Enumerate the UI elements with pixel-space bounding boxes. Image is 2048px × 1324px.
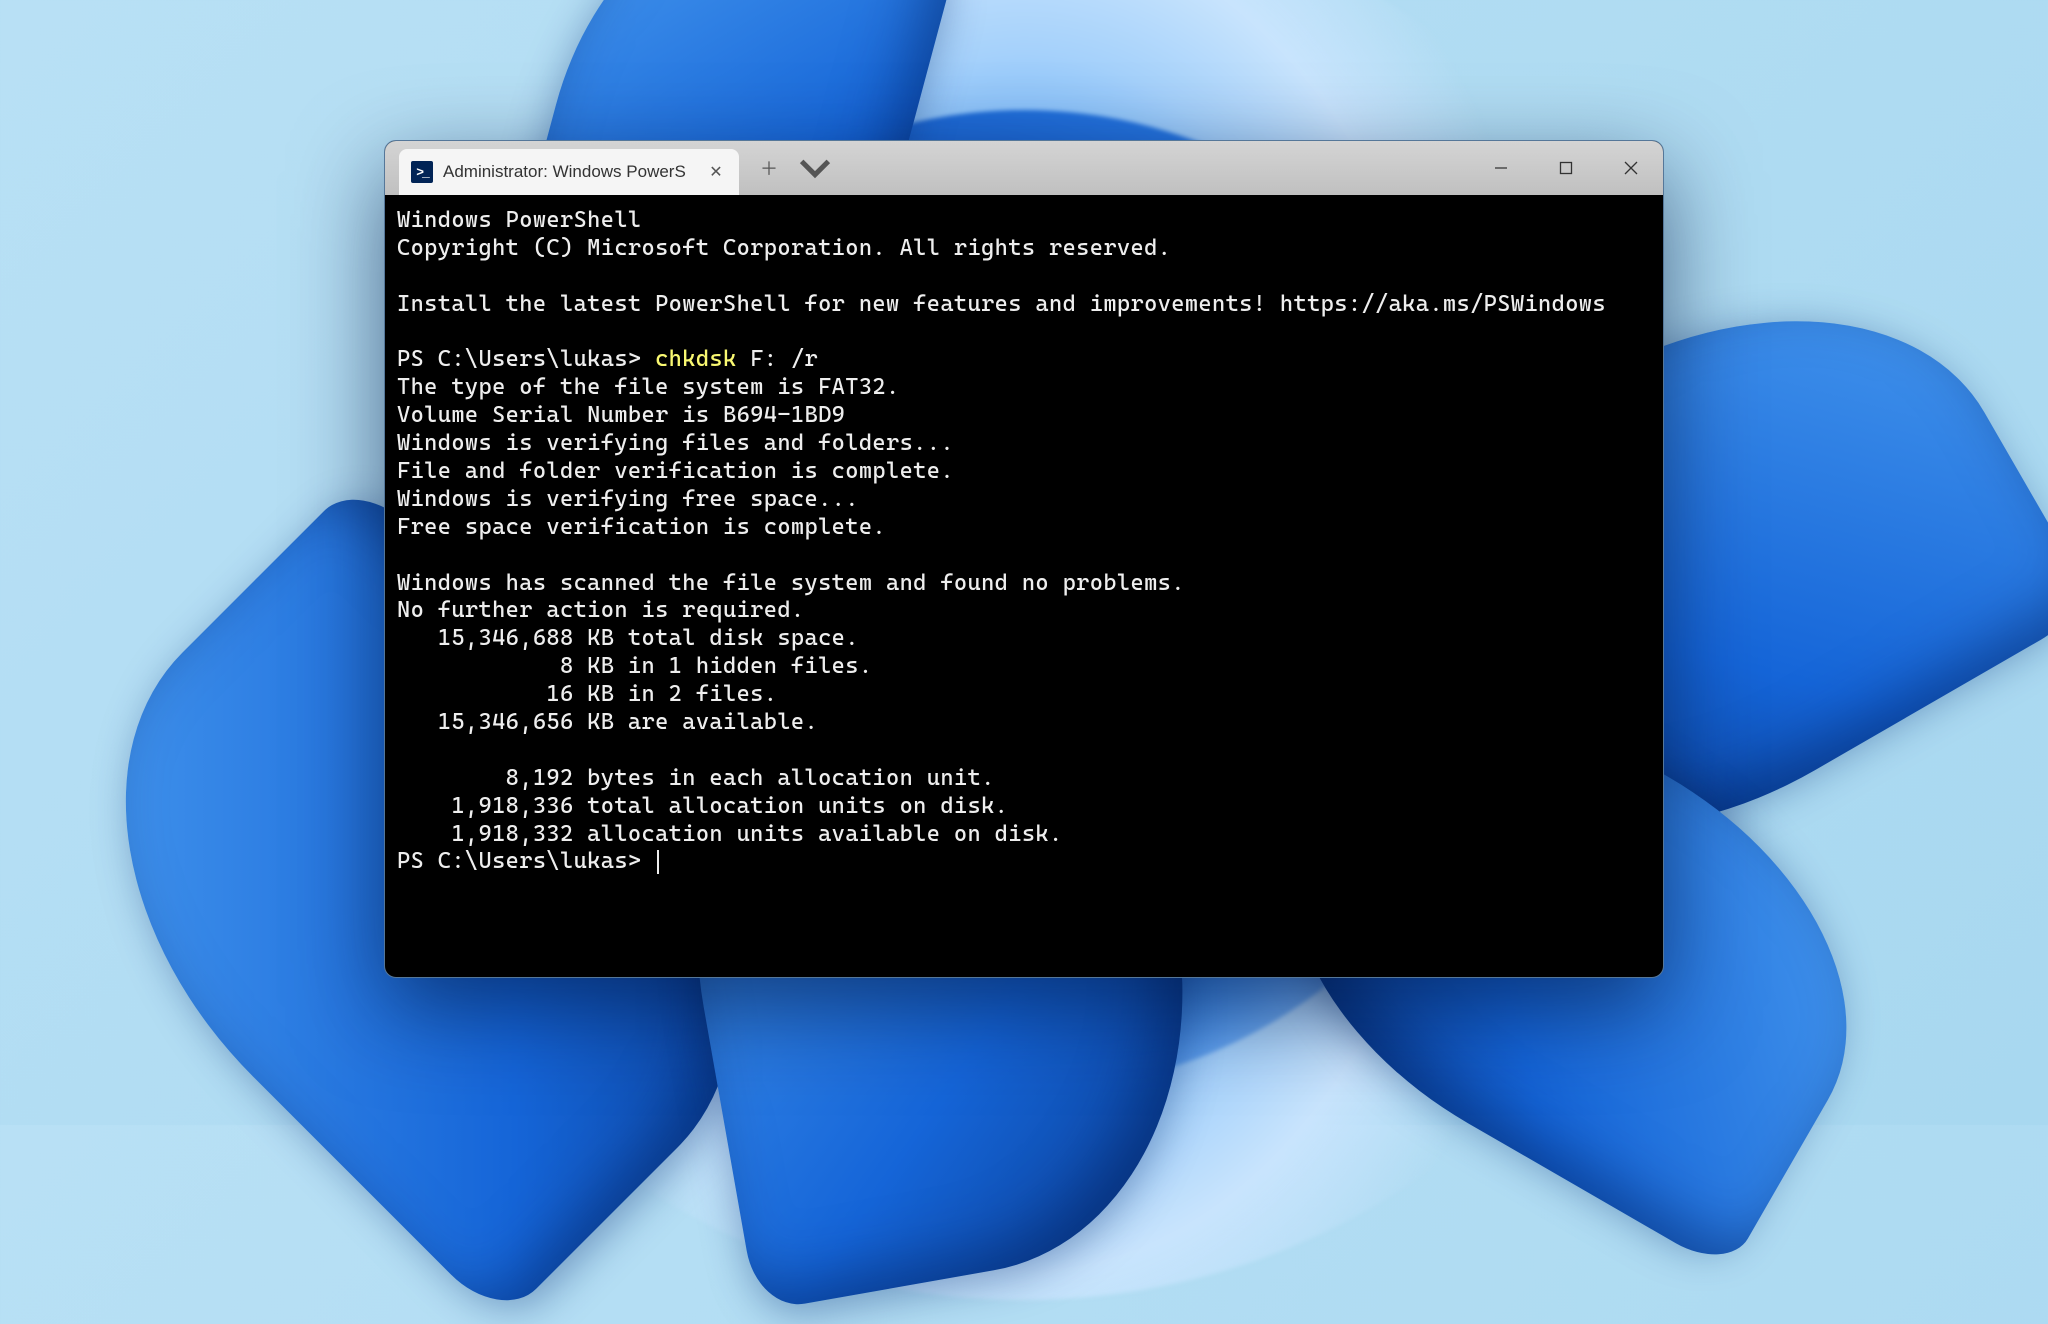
minimize-icon [1494, 161, 1508, 175]
maximize-icon [1559, 161, 1573, 175]
tab-dropdown-button[interactable] [795, 148, 835, 188]
tab-close-button[interactable]: ✕ [705, 161, 727, 183]
minimize-button[interactable] [1468, 141, 1533, 195]
chevron-down-icon [795, 148, 835, 188]
close-button[interactable] [1598, 141, 1663, 195]
tab-powershell[interactable]: Administrator: Windows PowerS ✕ [399, 149, 739, 195]
terminal-output[interactable]: Windows PowerShell Copyright (C) Microso… [385, 195, 1663, 888]
new-tab-button[interactable]: ＋ [749, 148, 789, 188]
tab-label: Administrator: Windows PowerS [443, 162, 695, 182]
maximize-button[interactable] [1533, 141, 1598, 195]
windows-terminal-window: Administrator: Windows PowerS ✕ ＋ Window… [384, 140, 1664, 978]
powershell-icon [411, 161, 433, 183]
close-icon [1624, 161, 1638, 175]
titlebar[interactable]: Administrator: Windows PowerS ✕ ＋ [385, 141, 1663, 195]
